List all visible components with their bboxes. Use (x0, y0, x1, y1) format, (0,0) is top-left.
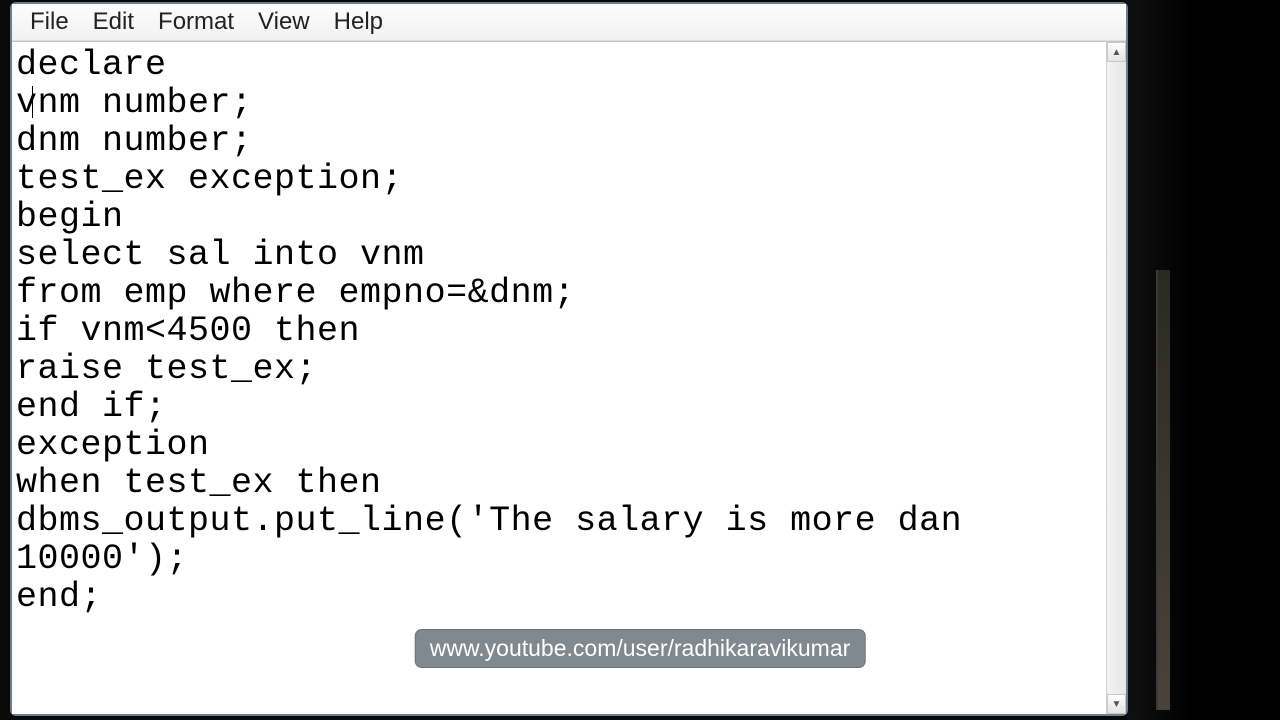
watermark-url: www.youtube.com/user/radhikaravikumar (415, 629, 866, 668)
scroll-down-button[interactable]: ▼ (1107, 694, 1126, 714)
menu-view[interactable]: View (246, 6, 322, 38)
chevron-up-icon: ▲ (1112, 47, 1122, 58)
client-area: declare vnm number; dnm number; test_ex … (12, 41, 1126, 714)
menu-edit[interactable]: Edit (81, 6, 146, 38)
background-strip (1156, 270, 1170, 710)
vertical-scrollbar[interactable]: ▲ ▼ (1106, 42, 1126, 714)
notepad-window: File Edit Format View Help declare vnm n… (10, 2, 1128, 716)
menu-bar: File Edit Format View Help (12, 4, 1126, 41)
screen-root: File Edit Format View Help declare vnm n… (0, 0, 1280, 720)
menu-format[interactable]: Format (146, 6, 246, 38)
text-caret-icon (32, 86, 33, 118)
scroll-up-button[interactable]: ▲ (1107, 42, 1126, 62)
menu-help[interactable]: Help (322, 6, 395, 38)
text-editor[interactable]: declare vnm number; dnm number; test_ex … (12, 42, 1106, 714)
menu-file[interactable]: File (18, 6, 81, 38)
chevron-down-icon: ▼ (1112, 699, 1122, 710)
